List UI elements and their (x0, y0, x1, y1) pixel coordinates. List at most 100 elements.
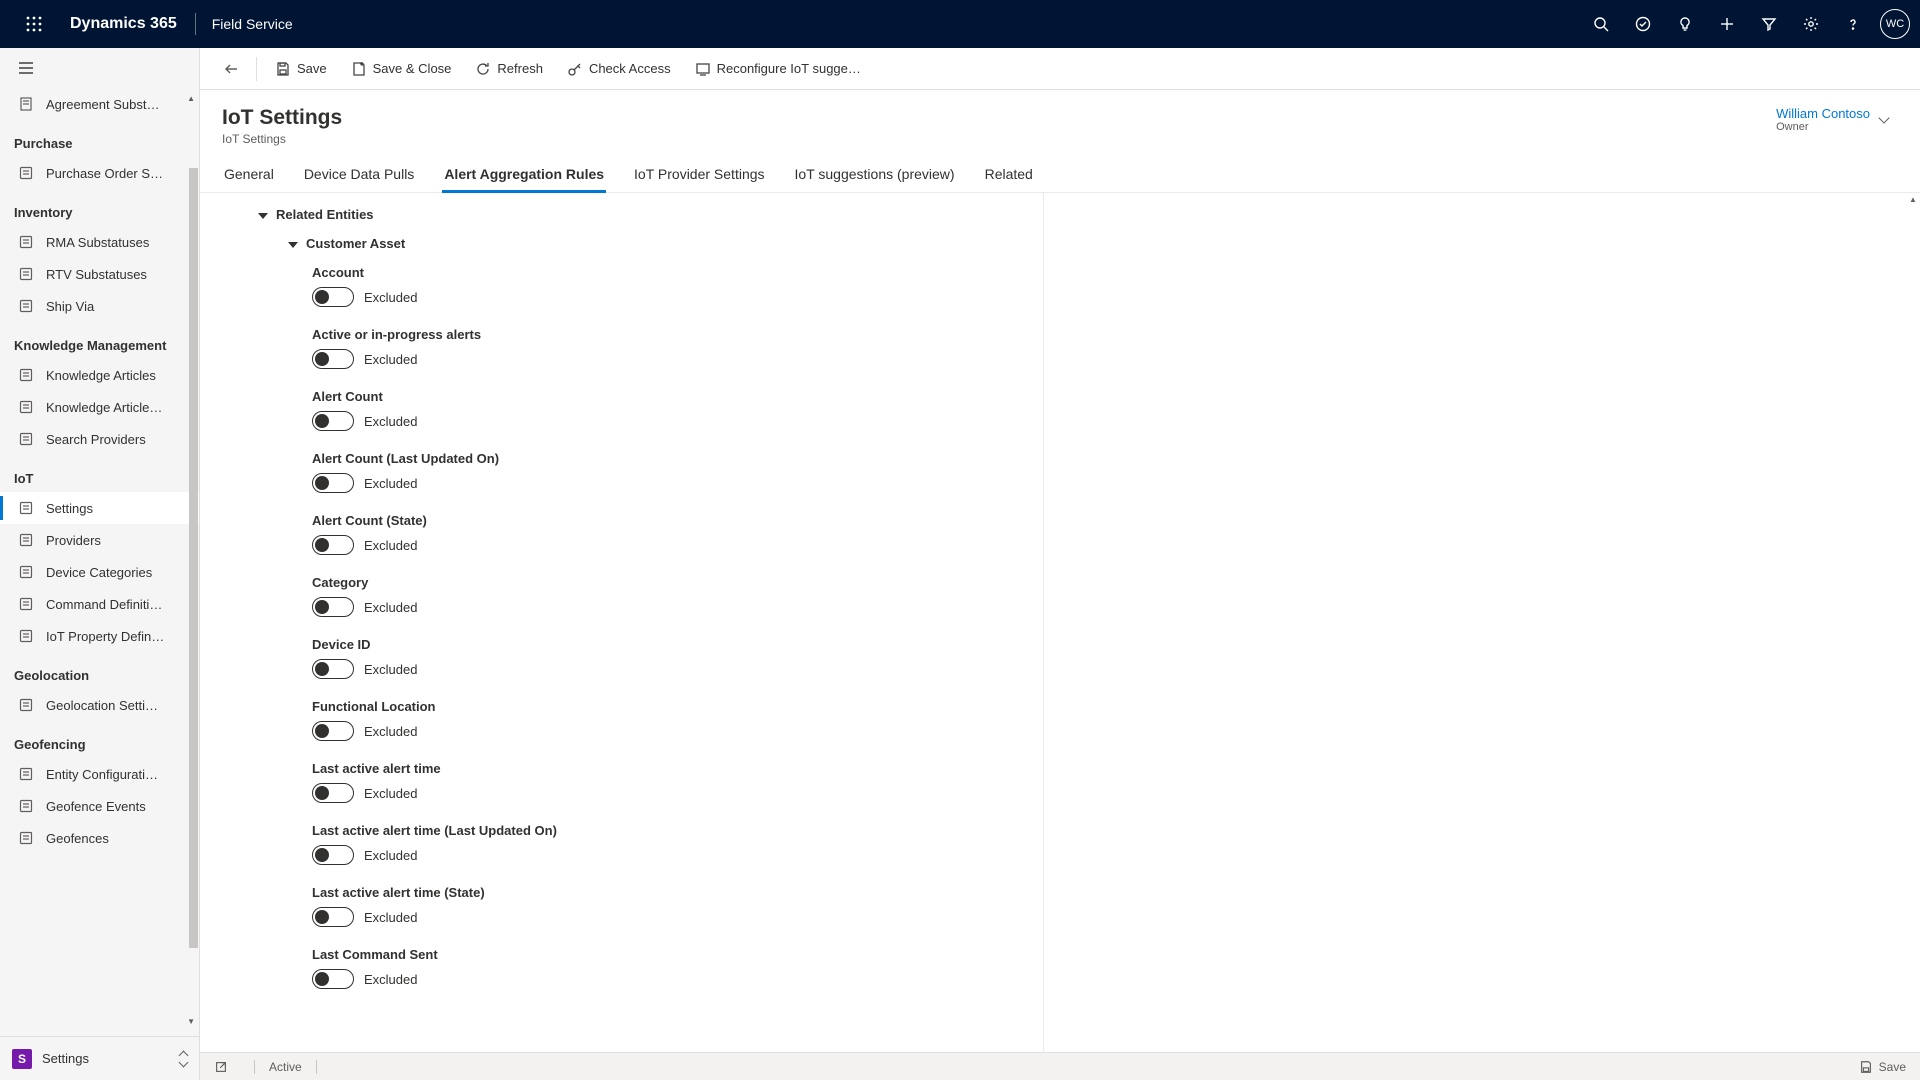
toggle-switch[interactable] (312, 721, 354, 741)
nav-group-header: Inventory (0, 189, 199, 226)
toggle-switch[interactable] (312, 411, 354, 431)
save-close-label: Save & Close (373, 61, 452, 76)
popout-icon[interactable] (214, 1060, 228, 1074)
plus-icon[interactable] (1706, 0, 1748, 48)
toggle-switch[interactable] (312, 287, 354, 307)
sidebar-item[interactable]: Knowledge Article… (0, 391, 199, 423)
field-label: Alert Count (Last Updated On) (312, 451, 1043, 466)
filter-icon[interactable] (1748, 0, 1790, 48)
save-close-icon (351, 61, 367, 77)
tab[interactable]: General (222, 160, 276, 192)
entity-icon (18, 596, 34, 612)
sidebar-item[interactable]: Entity Configurati… (0, 758, 199, 790)
tab[interactable]: IoT suggestions (preview) (793, 160, 957, 192)
toggle-field: Alert Count (Last Updated On)Excluded (224, 451, 1043, 513)
sidebar-item[interactable]: Geofence Events (0, 790, 199, 822)
sidebar-item-label: Geofence Events (46, 799, 146, 814)
back-button[interactable] (214, 52, 248, 86)
sidebar-item-label: Geofences (46, 831, 109, 846)
chevron-updown-icon (180, 1052, 187, 1066)
check-access-label: Check Access (589, 61, 671, 76)
gear-icon[interactable] (1790, 0, 1832, 48)
toggle-field: CategoryExcluded (224, 575, 1043, 637)
search-icon[interactable] (1580, 0, 1622, 48)
nav-group-header: IoT (0, 455, 199, 492)
sidebar-item[interactable]: Knowledge Articles (0, 359, 199, 391)
help-icon[interactable] (1832, 0, 1874, 48)
refresh-button[interactable]: Refresh (465, 55, 553, 83)
footer-save-label[interactable]: Save (1879, 1060, 1906, 1074)
panel-scroll-up-icon[interactable]: ▲ (1908, 195, 1918, 205)
form-body: ▲ Related Entities Customer Asset Accoun… (200, 193, 1920, 1080)
nav-toggle-icon[interactable] (0, 48, 199, 88)
toggle-switch[interactable] (312, 597, 354, 617)
field-label: Alert Count (State) (312, 513, 1043, 528)
toggle-switch[interactable] (312, 349, 354, 369)
footer-save-icon[interactable] (1859, 1060, 1873, 1074)
save-button[interactable]: Save (265, 55, 337, 83)
toggle-switch[interactable] (312, 535, 354, 555)
toggle-switch[interactable] (312, 659, 354, 679)
sidebar-item[interactable]: Geofences (0, 822, 199, 854)
refresh-label: Refresh (497, 61, 543, 76)
check-access-button[interactable]: Check Access (557, 55, 681, 83)
reconfigure-button[interactable]: Reconfigure IoT sugge… (685, 55, 871, 83)
toggle-state-label: Excluded (364, 414, 417, 429)
key-icon (567, 61, 583, 77)
entity-icon (18, 266, 34, 282)
sidebar-item[interactable]: IoT Property Defin… (0, 620, 199, 652)
topbar-divider (195, 13, 196, 35)
toggle-switch[interactable] (312, 969, 354, 989)
sidebar-item[interactable]: Device Categories (0, 556, 199, 588)
sidebar-item[interactable]: RTV Substatuses (0, 258, 199, 290)
toggle-switch[interactable] (312, 783, 354, 803)
sidebar-item[interactable]: Settings (0, 492, 199, 524)
field-label: Last active alert time (State) (312, 885, 1043, 900)
module-label[interactable]: Field Service (202, 16, 303, 32)
content-area: Save Save & Close Refresh Check Access R… (200, 48, 1920, 1080)
sidebar-item[interactable]: Search Providers (0, 423, 199, 455)
sidebar-item[interactable]: Agreement Subst… (0, 88, 199, 120)
tab[interactable]: Related (983, 160, 1035, 192)
task-icon[interactable] (1622, 0, 1664, 48)
toggle-state-label: Excluded (364, 662, 417, 677)
toggle-switch[interactable] (312, 907, 354, 927)
sidebar-item-label: Entity Configurati… (46, 767, 158, 782)
sidebar-item[interactable]: Command Definiti… (0, 588, 199, 620)
entity-icon (18, 298, 34, 314)
save-close-button[interactable]: Save & Close (341, 55, 462, 83)
sidebar-item[interactable]: RMA Substatuses (0, 226, 199, 258)
sidebar-item[interactable]: Providers (0, 524, 199, 556)
sidebar-item[interactable]: Purchase Order S… (0, 157, 199, 189)
status-bar: Active Save (200, 1052, 1920, 1080)
toggle-switch[interactable] (312, 845, 354, 865)
area-switcher[interactable]: S Settings (0, 1036, 199, 1080)
toggle-field: Device IDExcluded (224, 637, 1043, 699)
nav-group-header: Purchase (0, 120, 199, 157)
entity-icon (18, 628, 34, 644)
sidebar-item-label: Ship Via (46, 299, 94, 314)
nav-scroll-down-icon[interactable]: ▼ (187, 1017, 195, 1026)
sidebar-item[interactable]: Ship Via (0, 290, 199, 322)
brand-label: Dynamics 365 (58, 15, 189, 33)
nav-scrollbar[interactable] (189, 168, 198, 948)
app-launcher-icon[interactable] (10, 16, 58, 32)
section-related-entities[interactable]: Related Entities (224, 203, 1043, 232)
caret-down-icon (288, 242, 298, 248)
site-nav: ▲ Agreement Subst… PurchasePurchase Orde… (0, 48, 200, 1080)
user-avatar[interactable]: WC (1880, 9, 1910, 39)
field-label: Active or in-progress alerts (312, 327, 1043, 342)
toggle-field: AccountExcluded (224, 265, 1043, 327)
subsection-label: Customer Asset (306, 236, 405, 251)
sidebar-item[interactable]: Geolocation Setti… (0, 689, 199, 721)
lightbulb-icon[interactable] (1664, 0, 1706, 48)
sidebar-item-label: Knowledge Article… (46, 400, 162, 415)
toggle-switch[interactable] (312, 473, 354, 493)
tab[interactable]: Alert Aggregation Rules (442, 160, 606, 192)
subsection-customer-asset[interactable]: Customer Asset (224, 232, 1043, 265)
tab[interactable]: IoT Provider Settings (632, 160, 766, 192)
sidebar-item-label: IoT Property Defin… (46, 629, 164, 644)
tab[interactable]: Device Data Pulls (302, 160, 417, 192)
record-owner-dropdown[interactable]: William Contoso Owner (1776, 106, 1898, 133)
sidebar-item-label: Device Categories (46, 565, 152, 580)
